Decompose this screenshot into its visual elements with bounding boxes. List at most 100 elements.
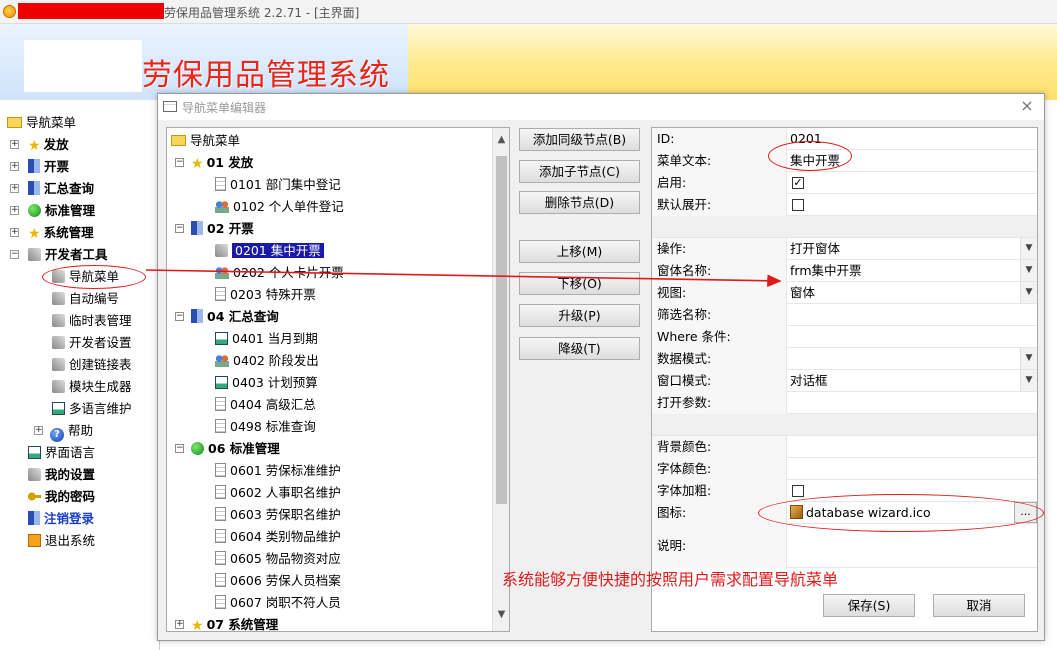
window-mode-select[interactable]: 对话框 ▼ [788, 370, 1037, 392]
add-sibling-node-button[interactable]: 添加同级节点(B) [519, 128, 640, 151]
collapse-icon[interactable]: − [10, 250, 19, 259]
nav-item-issue[interactable]: ★ 发放 [28, 134, 69, 156]
menu-group[interactable]: 06 标准管理 [191, 438, 280, 460]
nav-root[interactable]: 导航菜单 [7, 112, 76, 134]
menu-item-selected[interactable]: 0201 集中开票 [215, 240, 324, 262]
collapse-icon[interactable]: − [175, 444, 184, 453]
menu-item[interactable]: 0404 高级汇总 [215, 394, 316, 416]
menu-item[interactable]: 0402 阶段发出 [215, 350, 319, 372]
nav-dev-temptable[interactable]: 临时表管理 [52, 310, 132, 332]
report-icon [191, 309, 203, 323]
prop-row-filter: 筛选名称: [652, 304, 1037, 326]
chevron-down-icon[interactable]: ▼ [1020, 260, 1037, 281]
collapse-icon[interactable]: − [175, 312, 184, 321]
where-condition-field[interactable] [788, 326, 1037, 348]
wand-icon [52, 380, 65, 393]
menu-group[interactable]: ★ 07 系统管理 [191, 614, 278, 631]
nav-dev-autonum[interactable]: 自动编号 [52, 288, 119, 310]
menu-item[interactable]: 0607 岗职不符人员 [215, 592, 341, 614]
expand-icon[interactable]: + [34, 426, 43, 435]
menu-item[interactable]: 0602 人事职名维护 [215, 482, 341, 504]
close-button[interactable]: × [1018, 97, 1036, 115]
open-args-field[interactable] [788, 392, 1037, 414]
nav-item-summary[interactable]: 汇总查询 [28, 178, 94, 200]
document-icon [215, 595, 226, 609]
data-mode-select[interactable]: ▼ [788, 348, 1037, 370]
folder-open-icon [7, 117, 22, 128]
promote-button[interactable]: 升级(P) [519, 304, 640, 327]
move-up-button[interactable]: 上移(M) [519, 240, 640, 263]
menu-item[interactable]: 0603 劳保职名维护 [215, 504, 341, 526]
form-name-select[interactable]: frm集中开票 ▼ [788, 260, 1037, 282]
menu-tree-scrollbar[interactable]: ▲ ▼ [492, 128, 509, 631]
nav-dev-i18n[interactable]: 多语言维护 [52, 398, 132, 420]
menu-item[interactable]: 0606 劳保人员档案 [215, 570, 341, 592]
nav-item-standards[interactable]: 标准管理 [28, 200, 95, 222]
menu-item[interactable]: 0498 标准查询 [215, 416, 316, 438]
expand-icon[interactable]: + [10, 162, 19, 171]
menu-group[interactable]: 04 汇总查询 [191, 306, 279, 328]
dialog-title-bar: 导航菜单编辑器 × [158, 94, 1044, 120]
enabled-checkbox[interactable]: ✓ [792, 177, 804, 189]
nav-dev-settings[interactable]: 开发者设置 [52, 332, 132, 354]
save-button[interactable]: 保存(S) [823, 594, 915, 617]
menu-item[interactable]: 0203 特殊开票 [215, 284, 316, 306]
demote-button[interactable]: 降级(T) [519, 337, 640, 360]
logout-icon [28, 511, 40, 525]
menu-item[interactable]: 0202 个人卡片开票 [215, 262, 344, 284]
nav-ui-language[interactable]: 界面语言 [28, 442, 95, 464]
add-child-node-button[interactable]: 添加子节点(C) [519, 160, 640, 183]
nav-logout[interactable]: 注销登录 [28, 508, 94, 530]
menu-item[interactable]: 0403 计划预算 [215, 372, 318, 394]
nav-item-invoice[interactable]: 开票 [28, 156, 69, 178]
nav-tree[interactable]: 导航菜单 + ★ 发放 + 开票 + 汇总查询 + 标准管理 + ★ 系统管理 − … [0, 106, 160, 650]
report-icon [28, 181, 40, 195]
font-bold-checkbox[interactable] [792, 485, 804, 497]
menu-tree-root[interactable]: 导航菜单 [171, 130, 240, 152]
menu-group[interactable]: 02 开票 [191, 218, 254, 240]
nav-my-settings[interactable]: 我的设置 [28, 464, 95, 486]
default-expand-checkbox[interactable] [792, 199, 804, 211]
expand-icon[interactable]: + [10, 206, 19, 215]
collapse-icon[interactable]: − [175, 224, 184, 233]
nav-exit[interactable]: 退出系统 [28, 530, 95, 552]
expand-icon[interactable]: + [10, 140, 19, 149]
menu-item[interactable]: 0605 物品物资对应 [215, 548, 341, 570]
scroll-down-icon[interactable]: ▼ [493, 609, 509, 625]
menu-item[interactable]: 0102 个人单件登记 [215, 196, 344, 218]
view-select[interactable]: 窗体 ▼ [788, 282, 1037, 304]
prop-row-where: Where 条件: [652, 326, 1037, 348]
chevron-down-icon[interactable]: ▼ [1020, 282, 1037, 303]
chevron-down-icon[interactable]: ▼ [1020, 348, 1037, 369]
nav-help[interactable]: ? 帮助 [50, 420, 93, 442]
operation-select[interactable]: 打开窗体 ▼ [788, 238, 1037, 260]
document-icon [215, 573, 226, 587]
expand-icon[interactable]: + [10, 184, 19, 193]
settings-icon [52, 336, 65, 349]
nav-dev-modulegen[interactable]: 模块生成器 [52, 376, 132, 398]
menu-item[interactable]: 0401 当月到期 [215, 328, 318, 350]
menu-item[interactable]: 0604 类别物品维护 [215, 526, 341, 548]
nav-dev-linktable[interactable]: 创建链接表 [52, 354, 132, 376]
bg-color-field[interactable] [788, 436, 1037, 458]
scroll-up-icon[interactable]: ▲ [493, 134, 509, 150]
move-down-button[interactable]: 下移(O) [519, 272, 640, 295]
nav-my-password[interactable]: 我的密码 [28, 486, 95, 508]
nav-item-system[interactable]: ★ 系统管理 [28, 222, 94, 244]
cancel-button[interactable]: 取消 [933, 594, 1025, 617]
scroll-thumb[interactable] [496, 156, 507, 504]
font-color-field[interactable] [788, 458, 1037, 480]
collapse-icon[interactable]: − [175, 158, 184, 167]
chevron-down-icon[interactable]: ▼ [1020, 238, 1037, 259]
expand-icon[interactable]: + [10, 228, 19, 237]
delete-node-button[interactable]: 删除节点(D) [519, 191, 640, 214]
menu-item[interactable]: 0601 劳保标准维护 [215, 460, 341, 482]
menu-tree[interactable]: 导航菜单 − ★ 01 发放 0101 部门集中登记 0102 个人单件登记 − … [166, 127, 510, 632]
filter-name-field[interactable] [788, 304, 1037, 326]
shipment-icon [215, 354, 229, 367]
chevron-down-icon[interactable]: ▼ [1020, 370, 1037, 391]
nav-item-devtools[interactable]: 开发者工具 [28, 244, 108, 266]
expand-icon[interactable]: + [175, 620, 184, 629]
menu-item[interactable]: 0101 部门集中登记 [215, 174, 341, 196]
menu-group[interactable]: ★ 01 发放 [191, 152, 253, 174]
